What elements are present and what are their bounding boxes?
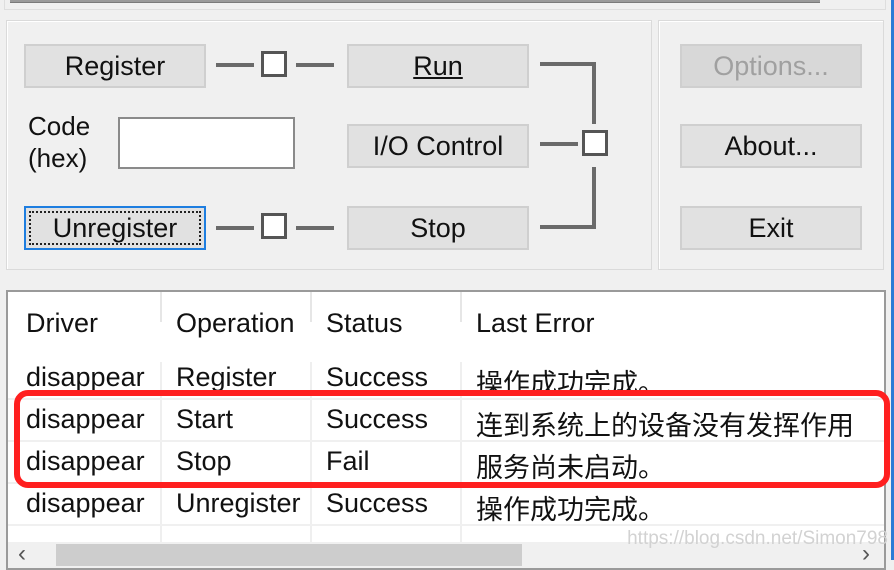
about-button[interactable]: About... bbox=[680, 124, 862, 168]
register-button[interactable]: Register bbox=[24, 44, 206, 88]
column-separator[interactable] bbox=[460, 292, 462, 322]
register-label: Register bbox=[64, 50, 166, 81]
options-button[interactable]: Options... bbox=[680, 44, 862, 88]
column-header-status[interactable]: Status bbox=[326, 308, 403, 339]
exit-button[interactable]: Exit bbox=[680, 206, 862, 250]
run-button[interactable]: Run bbox=[347, 44, 529, 88]
cell-operation: Start bbox=[176, 404, 234, 434]
run-label: Run bbox=[413, 50, 463, 81]
cell-operation: Register bbox=[176, 362, 277, 392]
column-gridline bbox=[460, 362, 462, 550]
top-progress-bar bbox=[10, 0, 820, 3]
code-label-line1: Code bbox=[28, 111, 91, 141]
connector-line bbox=[540, 142, 578, 146]
cell-status: Success bbox=[326, 488, 429, 518]
cell-last-error: 操作成功完成。 bbox=[476, 495, 665, 525]
column-header-driver[interactable]: Driver bbox=[26, 308, 98, 339]
cell-driver: disappear bbox=[26, 446, 145, 476]
connector-line bbox=[296, 63, 334, 67]
connector-line bbox=[216, 63, 254, 67]
column-separator[interactable] bbox=[310, 292, 312, 322]
cell-driver: disappear bbox=[26, 362, 145, 392]
watermark: https://blog.csdn.net/Simon798 bbox=[627, 528, 888, 549]
cell-status: Success bbox=[326, 404, 429, 434]
code-label: Code (hex) bbox=[28, 110, 90, 174]
cell-driver: disappear bbox=[26, 488, 145, 518]
unregister-button[interactable]: Unregister bbox=[24, 206, 206, 250]
connector-line bbox=[216, 226, 254, 230]
focus-ring bbox=[29, 211, 201, 245]
unregister-status-indicator bbox=[261, 213, 287, 239]
scrollbar-thumb[interactable] bbox=[56, 544, 522, 566]
cell-last-error: 操作成功完成。 bbox=[476, 369, 665, 399]
cell-status: Success bbox=[326, 362, 429, 392]
stop-button[interactable]: Stop bbox=[347, 206, 529, 250]
connector-line bbox=[540, 225, 596, 229]
column-header-last-error[interactable]: Last Error bbox=[476, 308, 595, 339]
connector-line bbox=[592, 167, 596, 229]
options-label: Options... bbox=[713, 50, 829, 81]
exit-label: Exit bbox=[748, 212, 794, 243]
io-control-label: I/O Control bbox=[372, 130, 504, 161]
cell-status: Fail bbox=[326, 446, 370, 476]
service-status-indicator bbox=[582, 130, 608, 156]
cell-last-error: 服务尚未启动。 bbox=[476, 453, 665, 483]
column-gridline bbox=[310, 362, 312, 550]
cell-operation: Unregister bbox=[176, 488, 301, 518]
cell-last-error: 连到系统上的设备没有发挥作用 bbox=[476, 411, 854, 441]
column-header-operation[interactable]: Operation bbox=[176, 308, 295, 339]
scroll-left-arrow-icon[interactable]: ‹ bbox=[18, 542, 26, 566]
about-label: About... bbox=[724, 130, 818, 161]
column-separator[interactable] bbox=[160, 292, 162, 322]
io-control-button[interactable]: I/O Control bbox=[347, 124, 529, 168]
code-label-line2: (hex) bbox=[28, 143, 88, 173]
cell-driver: disappear bbox=[26, 404, 145, 434]
cell-operation: Stop bbox=[176, 446, 232, 476]
code-hex-input[interactable] bbox=[118, 117, 295, 169]
register-status-indicator bbox=[261, 51, 287, 77]
connector-line bbox=[592, 62, 596, 124]
connector-line bbox=[296, 226, 334, 230]
column-gridline bbox=[160, 362, 162, 550]
connector-line bbox=[540, 62, 596, 66]
stop-label: Stop bbox=[410, 212, 466, 243]
